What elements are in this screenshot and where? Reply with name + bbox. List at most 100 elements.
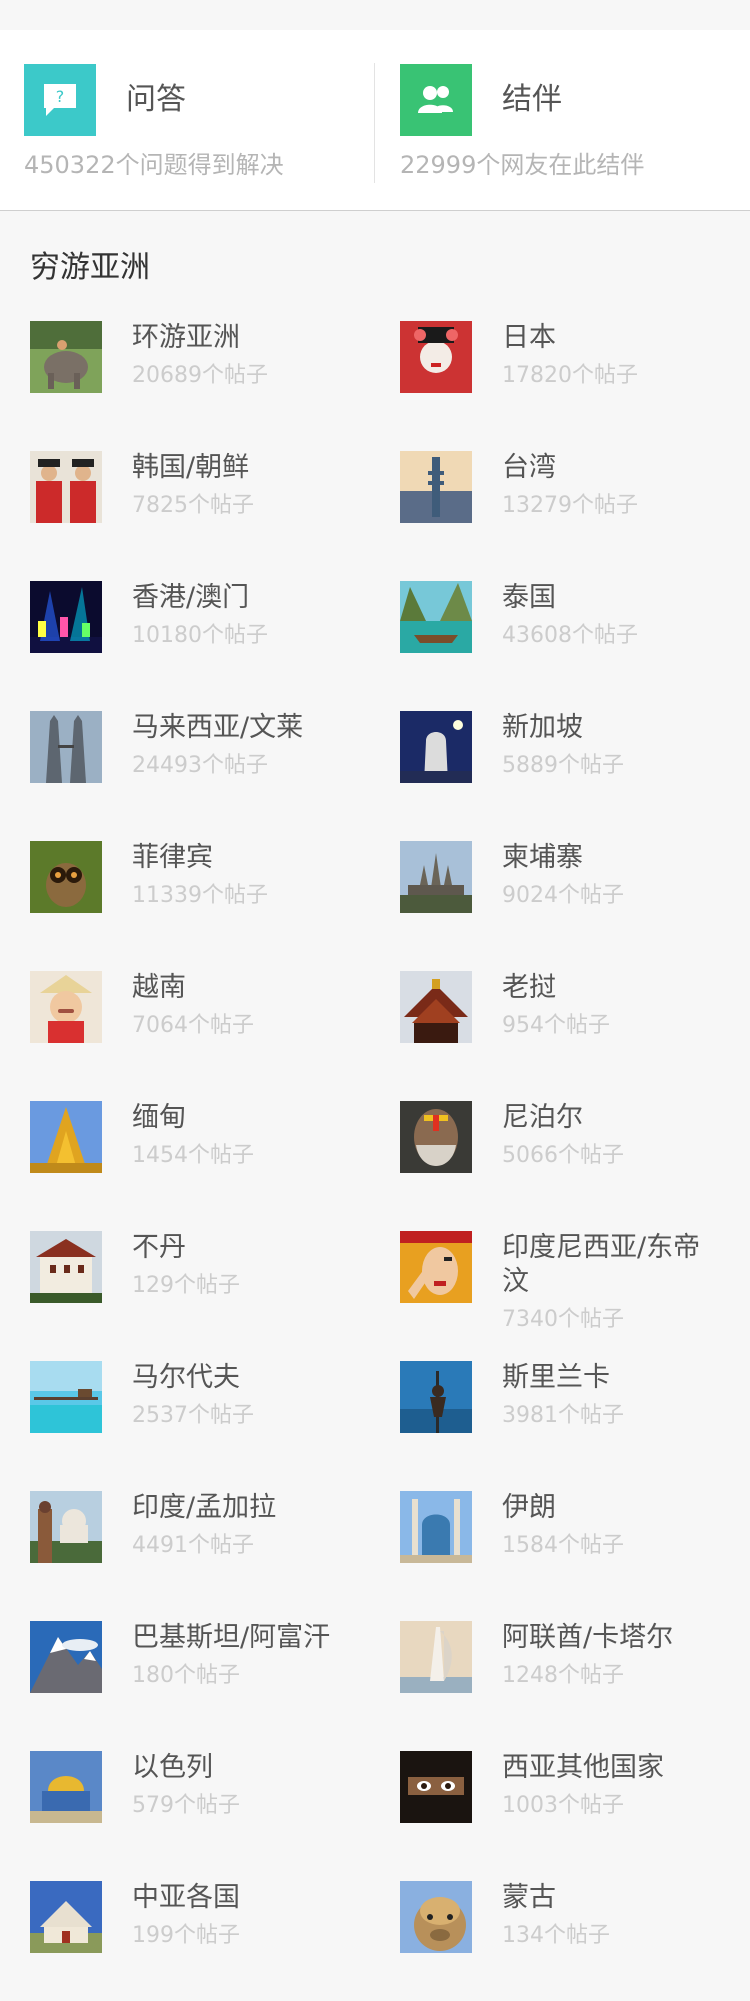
post-count: 1003个帖子: [502, 1793, 624, 1818]
post-count: 1248个帖子: [502, 1663, 624, 1688]
qa-card[interactable]: ? 问答 450322个问题得到解决: [0, 30, 374, 210]
people-icon: [400, 64, 472, 136]
destination-item[interactable]: 环游亚洲 20689个帖子: [30, 321, 390, 441]
maldives-jetty-photo: [30, 1361, 102, 1433]
post-count: 1584个帖子: [502, 1533, 624, 1558]
post-count: 5066个帖子: [502, 1143, 624, 1168]
destination-item[interactable]: 西亚其他国家 1003个帖子: [400, 1751, 750, 1871]
destination-item[interactable]: 日本 17820个帖子: [400, 321, 750, 441]
destination-item[interactable]: 韩国/朝鲜 7825个帖子: [30, 451, 390, 571]
sadhu-photo: [400, 1101, 472, 1173]
post-count: 180个帖子: [132, 1663, 240, 1688]
golden-pagoda-photo: [30, 1101, 102, 1173]
post-count: 129个帖子: [132, 1273, 240, 1298]
destination-name: 菲律宾: [132, 842, 213, 873]
post-count: 9024个帖子: [502, 883, 624, 908]
petronas-towers-photo: [30, 711, 102, 783]
question-bubble-icon: ?: [24, 64, 96, 136]
post-count: 11339个帖子: [132, 883, 268, 908]
destination-name: 印度尼西亚/东帝汶: [502, 1232, 701, 1297]
stilt-fisherman-photo: [400, 1361, 472, 1433]
partner-card[interactable]: 结伴 22999个网友在此结伴: [376, 30, 750, 210]
destination-name: 中亚各国: [132, 1882, 240, 1913]
elephant-photo: [30, 321, 102, 393]
post-count: 3981个帖子: [502, 1403, 624, 1428]
destination-item[interactable]: 柬埔寨 9024个帖子: [400, 841, 750, 961]
destination-name: 环游亚洲: [132, 322, 240, 353]
forum-header: ? 问答 450322个问题得到解决 结伴 22999个网友在此结伴: [0, 30, 750, 211]
snow-mountain-photo: [30, 1621, 102, 1693]
post-count: 5889个帖子: [502, 753, 624, 778]
destination-name: 不丹: [132, 1232, 186, 1263]
post-count: 2537个帖子: [132, 1403, 254, 1428]
destination-item[interactable]: 越南 7064个帖子: [30, 971, 390, 1091]
destination-item[interactable]: 不丹 129个帖子: [30, 1231, 390, 1351]
destination-name: 西亚其他国家: [502, 1752, 664, 1783]
destination-item[interactable]: 尼泊尔 5066个帖子: [400, 1101, 750, 1221]
iran-mosque-photo: [400, 1491, 472, 1563]
taipei-101-photo: [400, 451, 472, 523]
destination-name: 斯里兰卡: [502, 1362, 610, 1393]
destination-item[interactable]: 印度尼西亚/东帝汶 7340个帖子: [400, 1231, 750, 1351]
bhutan-dzong-photo: [30, 1231, 102, 1303]
destination-item[interactable]: 台湾 13279个帖子: [400, 451, 750, 571]
angkor-wat-photo: [400, 841, 472, 913]
post-count: 10180个帖子: [132, 623, 268, 648]
destination-name: 巴基斯坦/阿富汗: [132, 1622, 331, 1653]
destination-item[interactable]: 印度/孟加拉 4491个帖子: [30, 1491, 390, 1611]
destination-name: 台湾: [502, 452, 556, 483]
destination-item[interactable]: 马来西亚/文莱 24493个帖子: [30, 711, 390, 831]
geisha-photo: [400, 321, 472, 393]
destination-name: 马尔代夫: [132, 1362, 240, 1393]
post-count: 4491个帖子: [132, 1533, 254, 1558]
post-count: 17820个帖子: [502, 363, 638, 388]
post-count: 579个帖子: [132, 1793, 240, 1818]
destination-item[interactable]: 老挝 954个帖子: [400, 971, 750, 1091]
destination-item[interactable]: 伊朗 1584个帖子: [400, 1491, 750, 1611]
top-spacer: [0, 0, 750, 30]
destination-name: 香港/澳门: [132, 582, 250, 613]
merlion-photo: [400, 711, 472, 783]
post-count: 13279个帖子: [502, 493, 638, 518]
burj-al-arab-photo: [400, 1621, 472, 1693]
post-count: 199个帖子: [132, 1923, 240, 1948]
destination-item[interactable]: 巴基斯坦/阿富汗 180个帖子: [30, 1621, 390, 1741]
post-count: 1454个帖子: [132, 1143, 254, 1168]
lao-temple-photo: [400, 971, 472, 1043]
destination-name: 蒙古: [502, 1882, 556, 1913]
balinese-dancer-photo: [400, 1231, 472, 1303]
destination-item[interactable]: 斯里兰卡 3981个帖子: [400, 1361, 750, 1481]
destination-name: 阿联酋/卡塔尔: [502, 1622, 674, 1653]
destination-name: 伊朗: [502, 1492, 556, 1523]
post-count: 134个帖子: [502, 1923, 610, 1948]
section-title: 穷游亚洲: [30, 250, 150, 285]
post-count: 7340个帖子: [502, 1307, 624, 1332]
partner-title: 结伴: [502, 82, 562, 117]
destination-name: 老挝: [502, 972, 556, 1003]
destination-item[interactable]: 泰国 43608个帖子: [400, 581, 750, 701]
destination-item[interactable]: 阿联酋/卡塔尔 1248个帖子: [400, 1621, 750, 1741]
korean-guards-photo: [30, 451, 102, 523]
tarsier-photo: [30, 841, 102, 913]
destination-name: 日本: [502, 322, 556, 353]
svg-text:?: ?: [56, 87, 65, 106]
destination-name: 新加坡: [502, 712, 583, 743]
destination-item[interactable]: 新加坡 5889个帖子: [400, 711, 750, 831]
post-count: 954个帖子: [502, 1013, 610, 1038]
destination-name: 马来西亚/文莱: [132, 712, 304, 743]
destination-item[interactable]: 以色列 579个帖子: [30, 1751, 390, 1871]
hong-kong-night-photo: [30, 581, 102, 653]
taj-mahal-photo: [30, 1491, 102, 1563]
thai-longboat-photo: [400, 581, 472, 653]
destination-item[interactable]: 菲律宾 11339个帖子: [30, 841, 390, 961]
destination-item[interactable]: 蒙古 134个帖子: [400, 1881, 750, 2001]
destination-name: 柬埔寨: [502, 842, 583, 873]
destination-item[interactable]: 中亚各国 199个帖子: [30, 1881, 390, 2001]
destination-item[interactable]: 香港/澳门 10180个帖子: [30, 581, 390, 701]
destination-item[interactable]: 马尔代夫 2537个帖子: [30, 1361, 390, 1481]
dome-of-rock-photo: [30, 1751, 102, 1823]
destination-name: 印度/孟加拉: [132, 1492, 277, 1523]
destination-item[interactable]: 缅甸 1454个帖子: [30, 1101, 390, 1221]
destination-name: 韩国/朝鲜: [132, 452, 250, 483]
post-count: 7825个帖子: [132, 493, 254, 518]
